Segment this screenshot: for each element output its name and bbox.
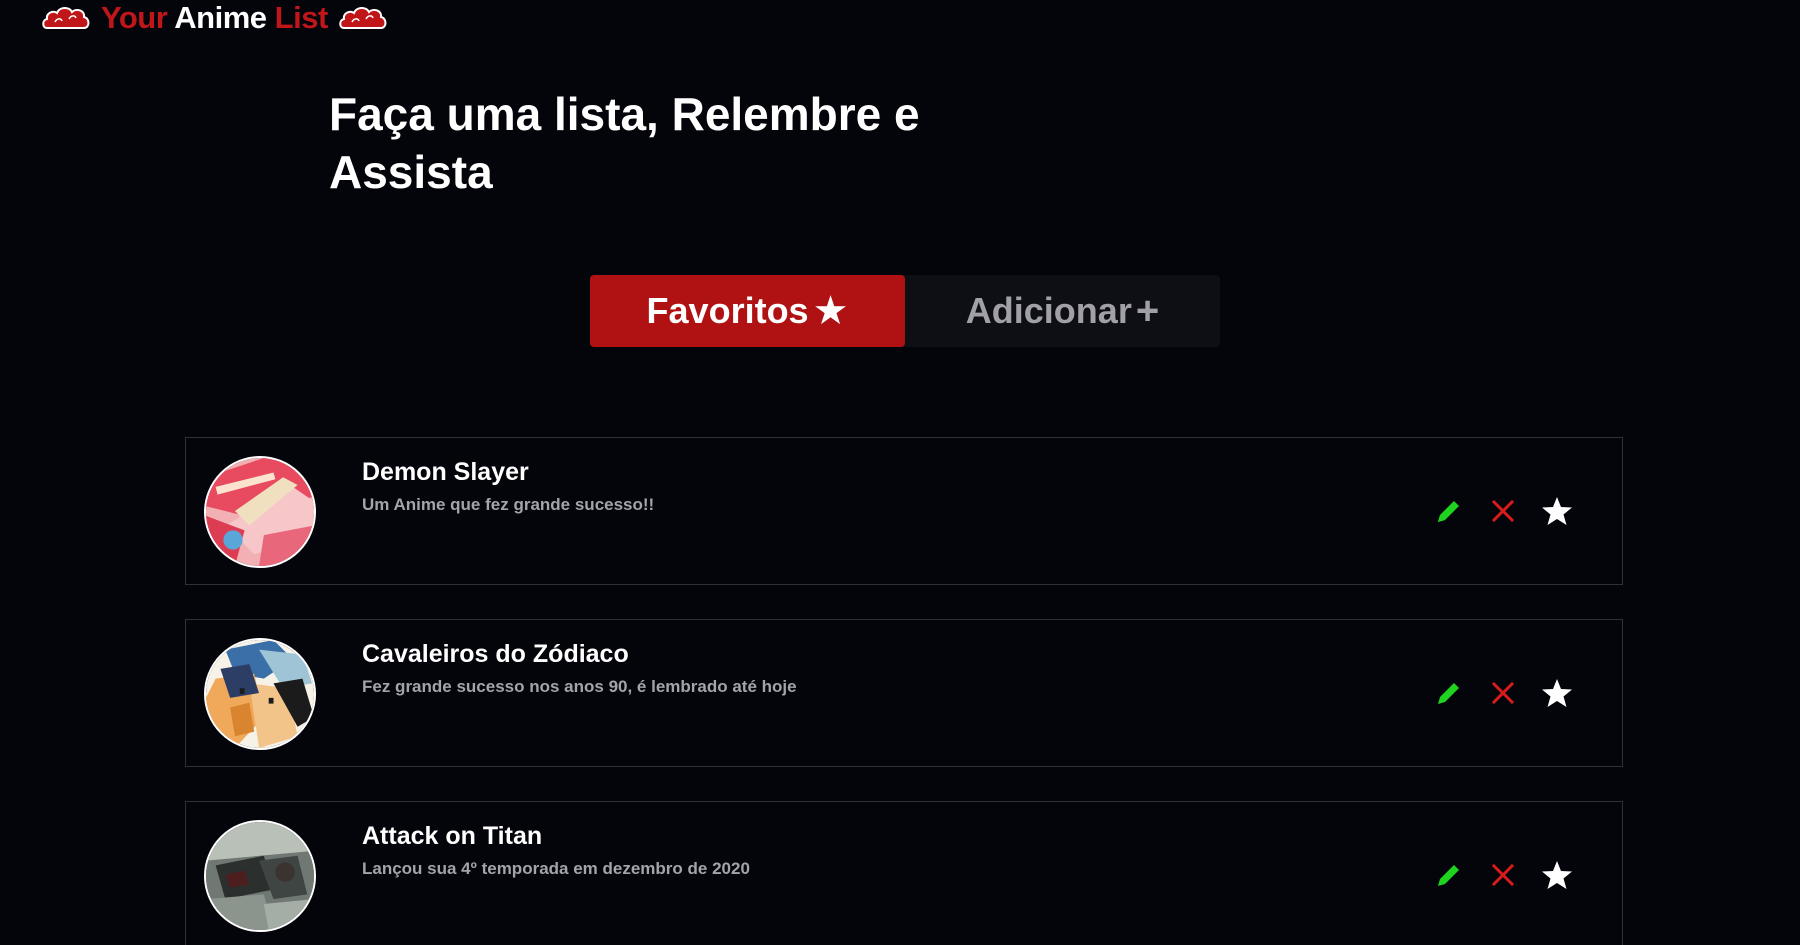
star-icon (1542, 679, 1572, 707)
akatsuki-cloud-icon (339, 7, 387, 29)
tab-adicionar[interactable]: Adicionar + (905, 275, 1220, 347)
cavaleiros-cover (206, 640, 314, 748)
hero-title: Faça uma lista, Relembre e Assista (329, 88, 920, 198)
demon-slayer-cover (206, 458, 314, 566)
close-icon (1491, 499, 1515, 523)
anime-description: Um Anime que fez grande sucesso!! (362, 495, 655, 514)
edit-button[interactable] (1433, 677, 1465, 709)
delete-button[interactable] (1487, 677, 1519, 709)
logo-word-list: List (274, 0, 329, 35)
anime-card: Demon Slayer Um Anime que fez grande suc… (185, 437, 1623, 585)
favorite-button[interactable] (1541, 495, 1573, 527)
pencil-icon (1438, 501, 1459, 522)
tab-favoritos[interactable]: Favoritos ★ (590, 275, 905, 347)
anime-title: Demon Slayer (362, 458, 529, 486)
logo-text: Your Anime List (101, 2, 328, 33)
anime-card: Attack on Titan Lançou sua 4º temporada … (185, 801, 1623, 945)
pencil-icon (1438, 683, 1459, 704)
plus-icon: + (1135, 289, 1160, 333)
page: Your Anime List Faça uma lista, Relembre… (0, 0, 1800, 945)
favorite-button[interactable] (1541, 859, 1573, 891)
tab-adicionar-label: Adicionar (965, 290, 1132, 331)
attack-on-titan-cover (206, 822, 314, 930)
logo[interactable]: Your Anime List (41, 0, 388, 40)
delete-button[interactable] (1487, 859, 1519, 891)
star-icon: ★ (812, 289, 849, 333)
star-icon (1542, 861, 1572, 889)
anime-description: Fez grande sucesso nos anos 90, é lembra… (362, 677, 797, 696)
tab-bar: Favoritos ★ Adicionar + (590, 275, 1220, 347)
anime-cover-image (204, 456, 316, 568)
edit-button[interactable] (1433, 859, 1465, 891)
anime-cover-image (204, 820, 316, 932)
star-icon (1542, 497, 1572, 525)
favorite-button[interactable] (1541, 677, 1573, 709)
anime-actions (1433, 857, 1573, 893)
anime-cover-image (204, 638, 316, 750)
anime-card: Cavaleiros do Zódiaco Fez grande sucesso… (185, 619, 1623, 767)
anime-title: Attack on Titan (362, 822, 543, 850)
tab-favoritos-label: Favoritos (646, 290, 809, 331)
logo-word-your: Your (101, 0, 168, 35)
edit-button[interactable] (1433, 495, 1465, 527)
akatsuki-cloud-icon (42, 7, 90, 29)
anime-actions (1433, 493, 1573, 529)
logo-word-anime: Anime (174, 0, 267, 35)
close-icon (1491, 681, 1515, 705)
anime-actions (1433, 675, 1573, 711)
close-icon (1491, 863, 1515, 887)
delete-button[interactable] (1487, 495, 1519, 527)
anime-title: Cavaleiros do Zódiaco (362, 640, 629, 668)
anime-description: Lançou sua 4º temporada em dezembro de 2… (362, 859, 750, 878)
pencil-icon (1438, 865, 1459, 886)
